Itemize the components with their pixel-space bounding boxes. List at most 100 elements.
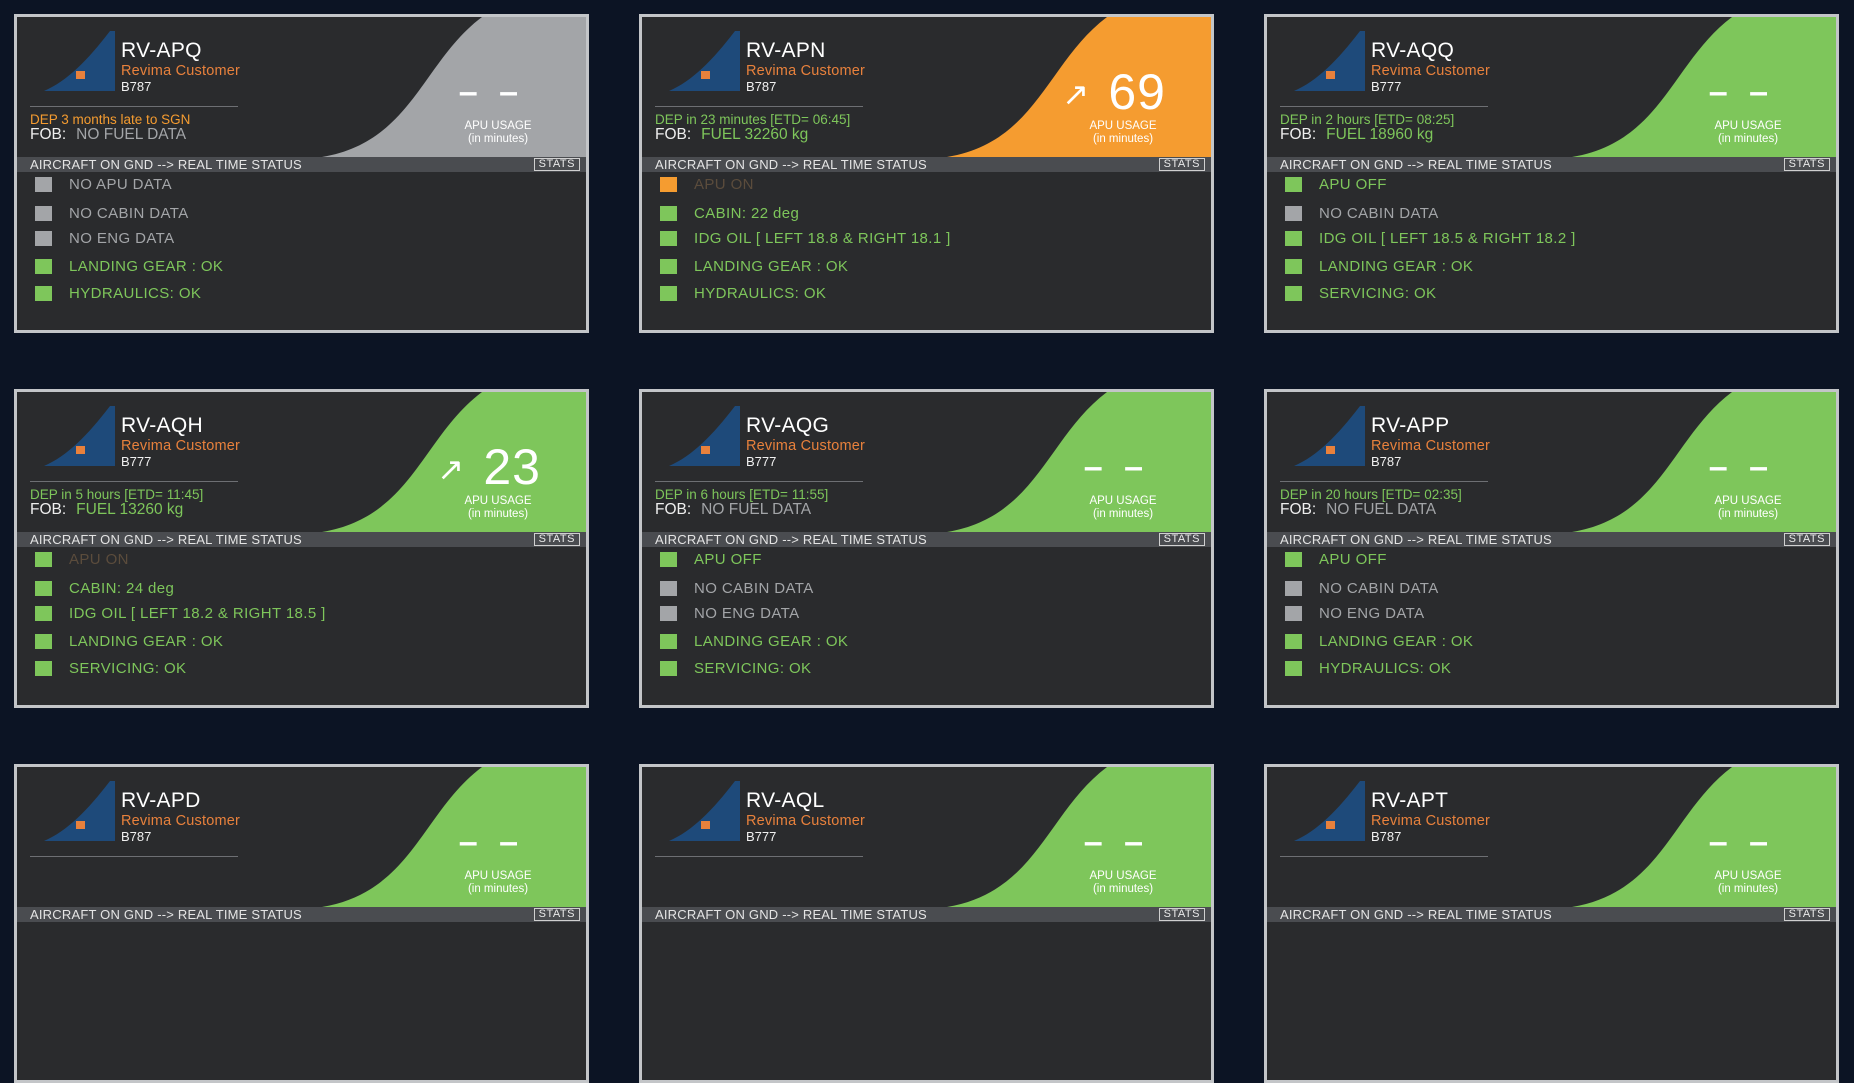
apu-usage-label: APU USAGE (in minutes): [1698, 870, 1798, 896]
fuel-on-board: FOB: FUEL 32260 kg: [655, 126, 808, 144]
apu-usage-title: APU USAGE: [1089, 120, 1157, 132]
departure-info: DEP in 23 minutes [ETD= 06:45]: [655, 112, 851, 127]
aircraft-card[interactable]: RV-APP Revima Customer B787 DEP in 20 hours…: [1264, 389, 1839, 708]
status-indicator: [35, 206, 52, 221]
aircraft-registration: RV-AQG: [746, 414, 830, 437]
aircraft-card[interactable]: RV-AQQ Revima Customer B777 DEP in 2 hours …: [1264, 14, 1839, 333]
status-text: APU OFF: [1319, 551, 1387, 568]
fob-label: FOB:: [1280, 126, 1317, 143]
trend-arrow-icon: ↗: [437, 451, 464, 487]
status-indicator: [35, 634, 52, 649]
status-indicator: [35, 581, 52, 596]
status-bar: AIRCRAFT ON GND --> REAL TIME STATUS STAT…: [642, 907, 1211, 922]
apu-usage-unit: (in minutes): [1717, 883, 1779, 895]
aircraft-card[interactable]: RV-AQH Revima Customer B777 DEP in 5 hours …: [14, 389, 589, 708]
stats-button[interactable]: STATS: [533, 908, 580, 921]
airline-tail-icon: [44, 781, 115, 841]
aircraft-registration: RV-AQH: [121, 414, 203, 437]
status-bar: AIRCRAFT ON GND --> REAL TIME STATUS STAT…: [17, 157, 586, 172]
apu-usage-unit: (in minutes): [467, 883, 529, 895]
apu-usage-label: APU USAGE (in minutes): [1698, 120, 1798, 146]
status-bar: AIRCRAFT ON GND --> REAL TIME STATUS STAT…: [1267, 907, 1836, 922]
stats-button[interactable]: STATS: [533, 158, 580, 171]
status-bar-label: AIRCRAFT ON GND --> REAL TIME STATUS: [30, 157, 302, 172]
aircraft-type: B787: [121, 79, 152, 94]
apu-usage-value: – –: [1083, 823, 1149, 861]
customer-name: Revima Customer: [746, 438, 866, 454]
status-indicator: [660, 661, 677, 676]
customer-name: Revima Customer: [1371, 438, 1491, 454]
status-indicator: [1285, 634, 1302, 649]
airline-tail-icon: [44, 406, 115, 466]
status-bar-label: AIRCRAFT ON GND --> REAL TIME STATUS: [30, 532, 302, 547]
apu-usage-label: APU USAGE (in minutes): [1073, 870, 1173, 896]
stats-button[interactable]: STATS: [1158, 158, 1205, 171]
stats-button[interactable]: STATS: [1783, 158, 1830, 171]
departure-info: DEP in 6 hours [ETD= 11:55]: [655, 487, 829, 502]
status-text: LANDING GEAR : OK: [694, 633, 849, 650]
customer-name: Revima Customer: [1371, 63, 1491, 79]
aircraft-card[interactable]: RV-APN Revima Customer B787 DEP in 23 minut…: [639, 14, 1214, 333]
status-indicator: [35, 606, 52, 621]
stats-button[interactable]: STATS: [1783, 533, 1830, 546]
status-bar-label: AIRCRAFT ON GND --> REAL TIME STATUS: [655, 532, 927, 547]
apu-usage-title: APU USAGE: [464, 870, 532, 882]
header-divider: [30, 856, 238, 857]
status-indicator: [660, 552, 677, 567]
aircraft-registration: RV-APQ: [121, 39, 202, 62]
airline-tail-icon: [1294, 406, 1365, 466]
aircraft-type: B787: [746, 79, 777, 94]
stats-button[interactable]: STATS: [1783, 908, 1830, 921]
apu-usage-value: 23: [483, 439, 541, 495]
header-divider: [1280, 856, 1488, 857]
apu-usage-unit: (in minutes): [1717, 508, 1779, 520]
status-text: IDG OIL [ LEFT 18.8 & RIGHT 18.1 ]: [694, 230, 951, 247]
status-bar-label: AIRCRAFT ON GND --> REAL TIME STATUS: [655, 157, 927, 172]
fob-label: FOB:: [30, 501, 67, 518]
status-text: HYDRAULICS: OK: [69, 285, 202, 302]
apu-usage-label: APU USAGE (in minutes): [448, 870, 548, 896]
apu-usage-unit: (in minutes): [1717, 133, 1779, 145]
aircraft-card[interactable]: RV-APQ Revima Customer B787 DEP 3 months la…: [14, 14, 589, 333]
apu-usage-value: – –: [458, 73, 524, 111]
header-divider: [655, 481, 863, 482]
aircraft-card[interactable]: RV-APD Revima Customer B787 – – APU USAGE (in…: [14, 764, 589, 1083]
apu-usage-title: APU USAGE: [464, 495, 532, 507]
airline-tail-icon: [1294, 31, 1365, 91]
fob-label: FOB:: [655, 126, 692, 143]
aircraft-card[interactable]: RV-AQL Revima Customer B777 – – APU USAGE (in…: [639, 764, 1214, 1083]
status-text: LANDING GEAR : OK: [69, 258, 224, 275]
status-text: NO ENG DATA: [694, 605, 800, 622]
status-indicator: [660, 634, 677, 649]
status-indicator: [660, 206, 677, 221]
stats-button[interactable]: STATS: [1158, 908, 1205, 921]
status-text: HYDRAULICS: OK: [1319, 660, 1452, 677]
status-indicator: [660, 606, 677, 621]
aircraft-card[interactable]: RV-AQG Revima Customer B777 DEP in 6 hours …: [639, 389, 1214, 708]
apu-usage-title: APU USAGE: [464, 120, 532, 132]
aircraft-card[interactable]: RV-APT Revima Customer B787 – – APU USAGE (in…: [1264, 764, 1839, 1083]
fob-label: FOB:: [655, 501, 692, 518]
apu-usage-value: – –: [1708, 73, 1774, 111]
header-divider: [1280, 106, 1488, 107]
status-text: APU ON: [694, 176, 754, 193]
header-divider: [655, 856, 863, 857]
fuel-on-board: FOB: FUEL 13260 kg: [30, 501, 183, 519]
status-indicator: [1285, 231, 1302, 246]
apu-usage-value: 69: [1108, 64, 1166, 120]
header-divider: [30, 106, 238, 107]
aircraft-type: B787: [1371, 829, 1402, 844]
apu-usage-label: APU USAGE (in minutes): [1073, 495, 1173, 521]
status-bar: AIRCRAFT ON GND --> REAL TIME STATUS STAT…: [642, 157, 1211, 172]
airline-tail-icon: [1294, 781, 1365, 841]
stats-button[interactable]: STATS: [533, 533, 580, 546]
apu-usage-unit: (in minutes): [1092, 883, 1154, 895]
customer-name: Revima Customer: [1371, 813, 1491, 829]
status-indicator: [1285, 206, 1302, 221]
customer-name: Revima Customer: [121, 63, 241, 79]
card-header: RV-AQQ Revima Customer B777 DEP in 2 hours …: [1267, 17, 1836, 157]
fob-label: FOB:: [1280, 501, 1317, 518]
aircraft-type: B787: [1371, 454, 1402, 469]
header-divider: [1280, 481, 1488, 482]
stats-button[interactable]: STATS: [1158, 533, 1205, 546]
